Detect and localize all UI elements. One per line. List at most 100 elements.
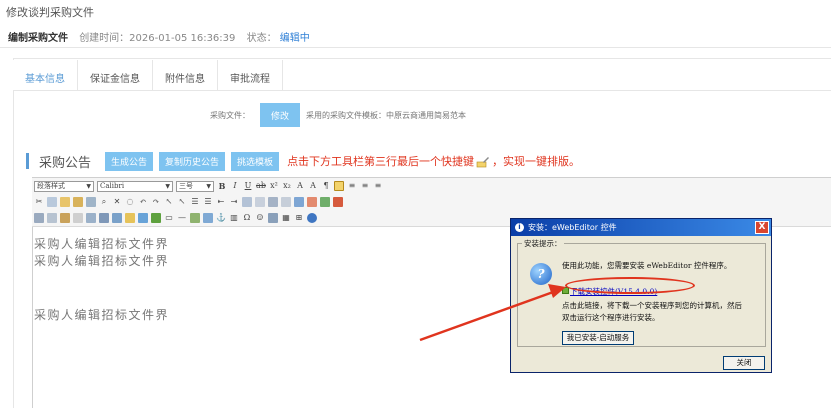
tab-divider <box>13 90 831 91</box>
align-left-icon[interactable] <box>334 181 344 191</box>
hyperlink-icon[interactable] <box>203 213 213 223</box>
font-size-select[interactable]: 三号 ▼ <box>176 180 214 192</box>
font-color-icon[interactable]: A <box>295 181 305 191</box>
tab-attachment-info[interactable]: 附件信息 <box>153 60 218 90</box>
paragraph-style-select[interactable]: 段落样式 ▼ <box>34 180 94 192</box>
dialog-close-button[interactable]: 关闭 <box>723 356 765 370</box>
generate-announcement-button[interactable]: 生成公告 <box>105 151 154 171</box>
special-char-icon[interactable]: Ω <box>242 213 252 223</box>
media-icon[interactable] <box>60 213 70 223</box>
install-instruction-line-2: 双击运行这个程序进行安装。 <box>562 313 660 322</box>
flash-icon[interactable] <box>47 213 57 223</box>
image-edit-icon[interactable] <box>307 197 317 207</box>
file-icon[interactable] <box>73 213 83 223</box>
select-all-icon[interactable]: ◌ <box>125 197 135 207</box>
subscript-icon[interactable]: x₂ <box>282 181 292 191</box>
cut-icon[interactable]: ✂ <box>34 197 44 207</box>
remove-format-icon[interactable] <box>281 197 291 207</box>
outdent-icon[interactable]: ⇤ <box>216 197 226 207</box>
info-icon: i <box>515 223 524 232</box>
install-dialog: i 安装：eWebEditor 控件 X 安装提示： ? 使用此功能，您需要安装… <box>510 218 772 373</box>
paste-text-icon[interactable] <box>73 197 83 207</box>
install-hint-legend: 安装提示： <box>522 238 564 249</box>
pointer-alt-icon[interactable]: ↖ <box>177 197 187 207</box>
emoticon-icon[interactable]: ☺ <box>255 213 265 223</box>
layout-hint: 点击下方工具栏第三行最后一个快捷键 ，实现一键排版。 <box>287 153 580 169</box>
text-direction-icon[interactable]: ¶ <box>321 181 331 191</box>
help-globe-icon: ? <box>530 263 552 285</box>
screenshot-icon[interactable] <box>112 213 122 223</box>
fullscreen-icon[interactable] <box>268 213 278 223</box>
document-name: 编制采购文件 <box>8 33 68 44</box>
dialog-title: 安装：eWebEditor 控件 <box>528 223 617 232</box>
table-icon[interactable] <box>255 197 265 207</box>
indent-icon[interactable]: ⇥ <box>229 197 239 207</box>
frame-icon[interactable]: ▭ <box>164 213 174 223</box>
layout-hint-text: 点击下方工具栏第三行最后一个快捷键 <box>287 155 475 168</box>
state-label: 状态： <box>246 33 277 44</box>
document-line: 采购人编辑招标文件界 <box>34 237 170 251</box>
word-import-icon[interactable] <box>125 213 135 223</box>
document-line: 采购人编辑招标文件界 <box>34 254 170 268</box>
italic-icon[interactable]: I <box>230 181 240 191</box>
page-title: 修改谈判采购文件 <box>6 6 94 19</box>
ordered-list-icon[interactable]: ☰ <box>190 197 200 207</box>
page-break-icon[interactable]: ▥ <box>229 213 239 223</box>
one-click-layout-icon[interactable] <box>307 213 317 223</box>
spellcheck-icon[interactable] <box>294 197 304 207</box>
paste-icon[interactable] <box>60 197 70 207</box>
dialog-close-icon[interactable]: X <box>755 221 769 234</box>
tab-bar: 基本信息 保证金信息 附件信息 审批流程 <box>13 60 283 90</box>
unordered-list-icon[interactable]: ☰ <box>203 197 213 207</box>
procurement-file-row: 采购文件： 修改 采用的采购文件模板：中原云商通用简易范本 <box>210 102 466 128</box>
install-instruction-line-1: 点击此链接，将下载一个安装程序到您的计算机，然后 <box>562 301 742 310</box>
marquee-icon[interactable] <box>190 213 200 223</box>
superscript-icon[interactable]: x² <box>269 181 279 191</box>
align-justify-icon[interactable]: ≡ <box>373 181 383 191</box>
pointer-icon[interactable]: ↖ <box>164 197 174 207</box>
pdf-icon[interactable] <box>333 197 343 207</box>
copy-history-announcement-button[interactable]: 复制历史公告 <box>159 151 226 171</box>
format-brush-icon <box>476 157 490 168</box>
tab-deposit-info[interactable]: 保证金信息 <box>78 60 153 90</box>
hr-icon[interactable]: — <box>177 213 187 223</box>
announcement-section-header: 采购公告 生成公告 复制历史公告 挑选模板 点击下方工具栏第三行最后一个快捷键 ，… <box>26 150 580 172</box>
format-painter-icon[interactable] <box>268 197 278 207</box>
table-insert-icon[interactable]: ▦ <box>281 213 291 223</box>
install-notice-text: 使用此功能，您需要安装 eWebEditor 控件程序。 <box>562 261 732 270</box>
toolbar-row-2: ✂ ⌕ ✕ ◌ ↶ ↷ ↖ ↖ ☰ ☰ ⇤ ⇥ <box>34 195 346 209</box>
created-time: 创建时间：2026-01-05 16:36:39 <box>79 33 236 44</box>
export-icon[interactable] <box>320 197 330 207</box>
local-image-icon[interactable] <box>86 213 96 223</box>
font-family-select[interactable]: Calibri ▼ <box>97 180 173 192</box>
redo-icon[interactable]: ↷ <box>151 197 161 207</box>
highlight-ellipse <box>565 277 695 294</box>
choose-template-button[interactable]: 挑选模板 <box>231 151 280 171</box>
strikethrough-icon[interactable]: ab <box>256 181 266 191</box>
underline-icon[interactable]: U <box>243 181 253 191</box>
tab-approval-flow[interactable]: 审批流程 <box>218 60 283 90</box>
template-text: 采用的采购文件模板：中原云商通用简易范本 <box>306 110 466 120</box>
bold-icon[interactable]: B <box>217 181 227 191</box>
symbol-map-icon[interactable] <box>138 213 148 223</box>
gallery-icon[interactable] <box>99 213 109 223</box>
tab-basic-info[interactable]: 基本信息 <box>13 60 78 90</box>
paste-word-icon[interactable] <box>86 197 96 207</box>
copy-icon[interactable] <box>47 197 57 207</box>
modify-button[interactable]: 修改 <box>260 103 300 127</box>
align-right-icon[interactable]: ≡ <box>360 181 370 191</box>
document-line: 采购人编辑招标文件界 <box>34 308 170 322</box>
globe-icon[interactable] <box>151 213 161 223</box>
procurement-file-label: 采购文件： <box>210 110 250 120</box>
align-center-icon[interactable]: ≡ <box>347 181 357 191</box>
paragraph-icon[interactable] <box>242 197 252 207</box>
find-replace-icon[interactable]: ⌕ <box>99 197 109 207</box>
image-icon[interactable] <box>34 213 44 223</box>
toolbar-row-3: ▭ — ⚓ ▥ Ω ☺ ▦ ⊞ <box>34 211 320 225</box>
layout-icon[interactable]: ⊞ <box>294 213 304 223</box>
installed-start-service-button[interactable]: 我已安装-启动服务 <box>562 331 634 345</box>
undo-icon[interactable]: ↶ <box>138 197 148 207</box>
anchor-icon[interactable]: ⚓ <box>216 213 226 223</box>
background-color-icon[interactable]: A <box>308 181 318 191</box>
delete-icon[interactable]: ✕ <box>112 197 122 207</box>
